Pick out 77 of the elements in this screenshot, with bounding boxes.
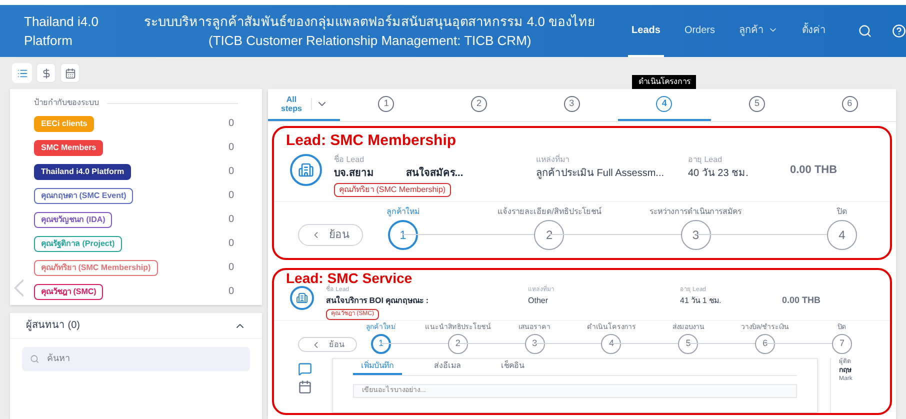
step-tab[interactable]: 1 [340,89,433,121]
step-number: 1 [378,96,394,112]
label-count: 0 [228,141,235,155]
step-tab[interactable]: 5 [710,89,804,121]
step-number: 4 [656,96,672,112]
lead-tag: คุณภัทริยา (SMC Membership) [334,183,451,197]
lead-source: ลูกค้าประเมิน Full Assessm... [536,166,666,181]
label-count: 0 [228,237,235,251]
stage-step[interactable]: 1 [388,220,418,250]
field-label: อายุ Lead [688,154,724,166]
lead-amount: 0.00 THB [782,294,821,307]
step-number: 3 [564,96,580,112]
label-tag[interactable]: คุณกฤษดา (SMC Event) [34,188,134,204]
nav-link[interactable]: ลูกค้า [735,5,782,57]
stage-step[interactable]: 4 [826,220,857,250]
nav-link[interactable]: ตั้งค่า [798,5,830,57]
nav-link[interactable]: Leads [628,5,664,57]
annotation-title: Lead: SMC Membership [285,131,458,150]
step-tab[interactable]: 6 [803,89,896,121]
label-count: 0 [228,213,235,227]
label-tag[interactable]: คุณภัทริยา (SMC Membership) [34,260,158,276]
stage-step[interactable]: 7 [832,334,852,354]
brand-title[interactable]: Thailand i4.0 Platform [24,12,144,50]
label-count: 0 [228,261,235,275]
panel-title: ผู้สนทนา (0) [26,318,80,333]
step-tab[interactable]: 2 [432,89,526,121]
lead-name[interactable]: บจ.สยาม [334,166,374,181]
field-label: ชื่อ Lead [334,154,366,166]
step-tab[interactable]: 3 [525,89,618,121]
message-icon[interactable] [298,362,312,376]
tooltip: ดำเนินโครงการ [632,75,696,89]
list-view-icon[interactable] [12,63,32,83]
stage-label: ลูกค้าใหม่ [386,206,420,218]
stage-label: ปิด [836,206,847,218]
annotation-title: Lead: SMC Service [285,270,414,286]
lead-source: Other [528,295,550,307]
step-number: 6 [842,96,858,112]
lead-amount: 0.00 THB [790,163,838,178]
stage-label: แจ้งรายละเอียด/สิทธิประโยชน์ [498,206,601,218]
step-number: 2 [471,96,487,112]
label-tag[interactable]: คุณวัชฎา (SMC) [34,284,104,300]
activity-tab[interactable]: ส่งอีเมล [426,361,469,375]
money-view-icon[interactable] [36,63,56,83]
back-button[interactable]: ย้อน [298,337,357,352]
lead-age: 41 วัน 1 ชม. [680,295,722,307]
building-icon [290,286,314,310]
building-icon [290,154,322,186]
app-subtitle: (TICB Customer Relationship Management: TICB CRM) [208,32,532,50]
label-tag[interactable]: คุณขวัญชนก (IDA) [34,212,112,228]
chevron-down-icon[interactable] [311,98,328,110]
calendar-icon[interactable] [298,380,312,394]
lead-name-tail: สนใจสมัคร... [406,166,464,181]
app-title: ระบบบริหารลูกค้าสัมพันธ์ของกลุ่มแพลตฟอร์มสนับสนุนอุตสาหกรรม 4.0 ของไทย [144,12,596,31]
label-tag[interactable]: คุณรัฐติกาล (Project) [34,236,122,252]
nav-link[interactable]: Orders [680,5,719,57]
search-icon [30,354,40,364]
calendar-view-icon[interactable] [60,63,80,83]
activity-tab[interactable]: เพิ่มบันทึก [353,361,402,375]
label-tag[interactable]: SMC Members [34,140,104,156]
step-number: 5 [749,96,766,112]
search-icon[interactable] [858,24,872,38]
lead-age: 40 วัน 23 ชม. [688,167,750,181]
label-count: 0 [228,285,235,299]
label-count: 0 [228,189,235,203]
help-icon[interactable] [892,24,906,38]
all-steps-tab[interactable]: All steps [280,95,303,113]
back-button[interactable]: ย้อน [298,224,363,246]
field-label: แหล่งที่มา [536,154,570,166]
panel-title: ป้ายกำกับของระบบ [34,97,99,109]
lead-name[interactable]: สนใจบริการ BOI คุณกฤษณะ : [326,295,429,307]
activity-tab[interactable]: เช็คอิน [493,361,532,375]
label-tag[interactable]: Thailand i4.0 Platform [34,164,132,180]
label-count: 0 [228,117,235,131]
stage-label: ระหว่างการดำเนินการสมัคร [650,206,742,218]
search-input[interactable]: ค้นหา [47,352,242,366]
search-field[interactable]: ค้นหา [22,347,250,371]
label-count: 0 [228,165,235,179]
